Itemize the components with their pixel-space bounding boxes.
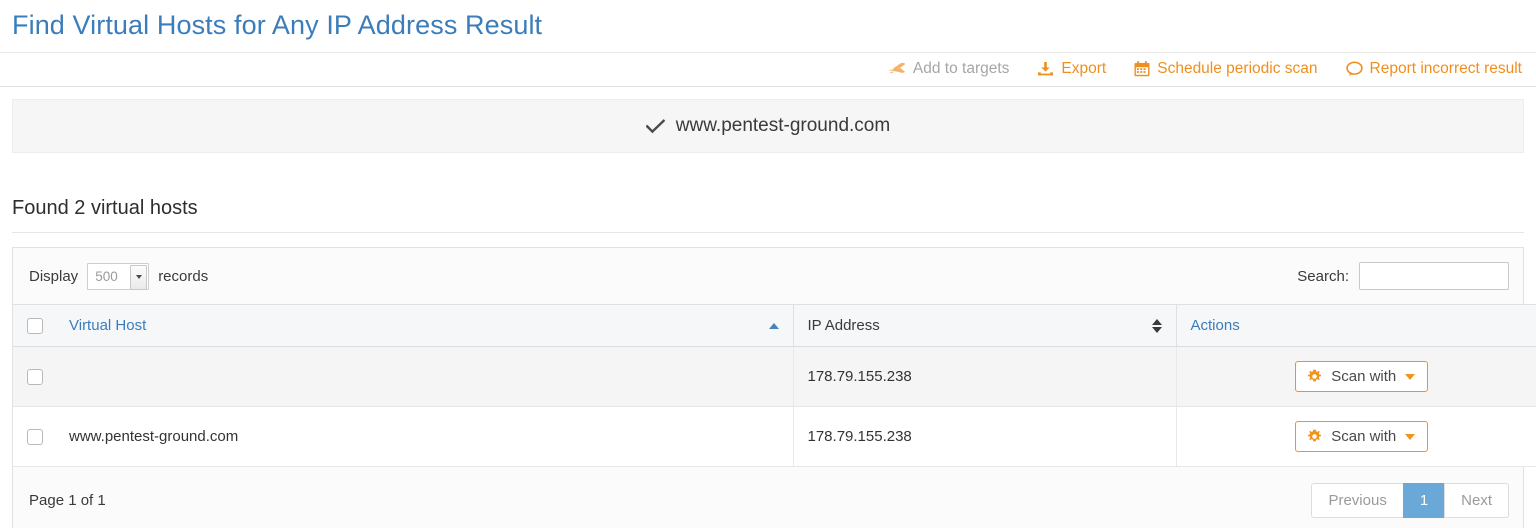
table-head: Virtual Host IP Address Actions (13, 305, 1536, 347)
cell-actions: Scan with (1176, 347, 1536, 407)
scan-with-button[interactable]: Scan with (1295, 361, 1428, 392)
export-label: Export (1061, 60, 1106, 78)
add-to-targets-button[interactable]: Add to targets (887, 60, 1010, 78)
download-icon (1037, 61, 1054, 77)
table-row: 178.79.155.238 Scan with (13, 347, 1536, 407)
caret-down-icon (1405, 374, 1415, 380)
table-row: www.pentest-ground.com 178.79.155.238 Sc… (13, 407, 1536, 467)
target-host-banner: www.pentest-ground.com (12, 99, 1524, 153)
export-button[interactable]: Export (1037, 60, 1106, 78)
scan-with-label: Scan with (1331, 369, 1396, 384)
scan-with-button[interactable]: Scan with (1295, 421, 1428, 452)
results-heading: Found 2 virtual hosts (12, 197, 1524, 233)
action-toolbar: Add to targets Export (0, 53, 1536, 87)
page-title: Find Virtual Hosts for Any IP Address Re… (12, 8, 1524, 42)
search-input[interactable] (1359, 262, 1509, 290)
column-header-ip-address-label: IP Address (808, 317, 880, 334)
display-label: Display (29, 268, 78, 285)
table-header-row: Virtual Host IP Address Actions (13, 305, 1536, 347)
scan-with-label: Scan with (1331, 429, 1396, 444)
pagination: Previous 1 Next (1311, 483, 1509, 518)
table-footer: Page 1 of 1 Previous 1 Next (13, 467, 1523, 528)
report-incorrect-result-button[interactable]: Report incorrect result (1346, 60, 1522, 78)
virtual-hosts-result-page: Find Virtual Hosts for Any IP Address Re… (0, 0, 1536, 528)
cell-virtual-host (55, 347, 793, 407)
pagination-previous-button[interactable]: Previous (1311, 483, 1403, 518)
select-all-checkbox[interactable] (27, 318, 43, 334)
search-label: Search: (1297, 268, 1349, 285)
sort-unsorted-icon (1152, 319, 1162, 333)
row-select-cell (13, 407, 55, 467)
table-controls: Display 500 records Search: (13, 248, 1523, 304)
pagination-next-button[interactable]: Next (1444, 483, 1509, 518)
display-length-control: Display 500 records (29, 263, 208, 290)
row-select-checkbox[interactable] (27, 369, 43, 385)
search-control: Search: (1297, 262, 1509, 290)
target-host-name: www.pentest-ground.com (676, 115, 890, 137)
select-all-header (13, 305, 55, 347)
column-header-actions: Actions (1176, 305, 1536, 347)
column-header-ip-address[interactable]: IP Address (793, 305, 1176, 347)
results-panel: Display 500 records Search: (12, 247, 1524, 528)
gear-icon (1307, 429, 1322, 444)
cell-ip-address: 178.79.155.238 (793, 347, 1176, 407)
cell-actions: Scan with (1176, 407, 1536, 467)
results-heading-wrap: Found 2 virtual hosts (12, 153, 1524, 233)
check-icon (646, 119, 665, 134)
table-body: 178.79.155.238 Scan with (13, 347, 1536, 467)
gear-icon (1307, 369, 1322, 384)
records-label: records (158, 268, 208, 285)
page-length-select-wrap: 500 (87, 263, 149, 290)
schedule-periodic-scan-button[interactable]: Schedule periodic scan (1134, 60, 1317, 78)
caret-down-icon (1405, 434, 1415, 440)
sort-ascending-icon (769, 323, 779, 329)
column-header-actions-label: Actions (1191, 317, 1240, 334)
row-select-cell (13, 347, 55, 407)
cell-ip-address: 178.79.155.238 (793, 407, 1176, 467)
page-length-select[interactable]: 500 (87, 263, 149, 290)
virtual-hosts-table: Virtual Host IP Address Actions (13, 304, 1536, 467)
calendar-icon (1134, 61, 1150, 77)
title-bar: Find Virtual Hosts for Any IP Address Re… (0, 0, 1536, 53)
page-info: Page 1 of 1 (29, 492, 106, 509)
row-select-checkbox[interactable] (27, 429, 43, 445)
column-header-virtual-host-label: Virtual Host (69, 317, 146, 334)
cell-virtual-host: www.pentest-ground.com (55, 407, 793, 467)
pagination-page-1-button[interactable]: 1 (1403, 483, 1445, 518)
schedule-periodic-scan-label: Schedule periodic scan (1157, 60, 1317, 78)
paper-plane-icon (887, 61, 906, 77)
column-header-virtual-host[interactable]: Virtual Host (55, 305, 793, 347)
report-incorrect-result-label: Report incorrect result (1370, 60, 1522, 78)
add-to-targets-label: Add to targets (913, 60, 1010, 78)
comment-icon (1346, 61, 1363, 77)
